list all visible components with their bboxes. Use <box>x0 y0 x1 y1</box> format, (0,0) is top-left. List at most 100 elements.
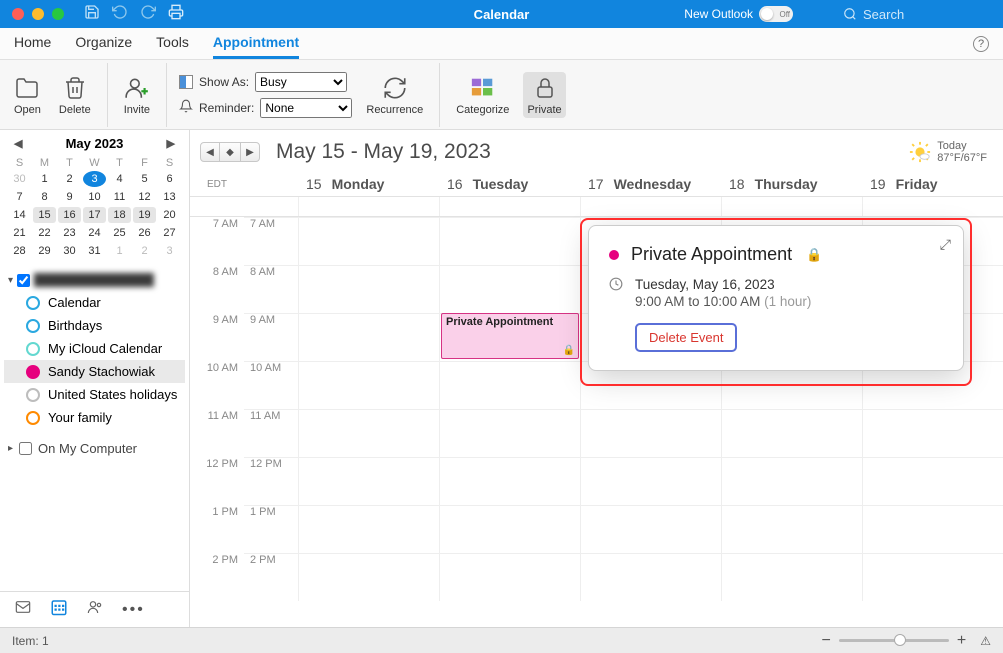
mini-cal-day[interactable]: 9 <box>58 189 81 205</box>
mini-cal-day[interactable]: 15 <box>33 207 56 223</box>
mini-cal-day[interactable]: 1 <box>108 243 131 259</box>
day-column[interactable] <box>298 217 439 601</box>
close-window-icon[interactable] <box>12 8 24 20</box>
calendar-item[interactable]: United States holidays <box>4 383 185 406</box>
mini-cal-day[interactable]: 1 <box>33 171 56 187</box>
mini-cal-day[interactable]: 4 <box>108 171 131 187</box>
mini-cal-day[interactable]: 11 <box>108 189 131 205</box>
mini-cal-day[interactable]: 18 <box>108 207 131 223</box>
calendar-item[interactable]: Your family <box>4 406 185 429</box>
save-icon[interactable] <box>84 4 100 25</box>
calendar-item[interactable]: Sandy Stachowiak <box>4 360 185 383</box>
weather-widget[interactable]: Today 87°F/67°F <box>909 140 987 164</box>
next-month-button[interactable]: ▶ <box>167 137 175 150</box>
mini-cal-day[interactable]: 3 <box>83 171 106 187</box>
categorize-icon <box>470 74 496 102</box>
mini-cal-day[interactable]: 24 <box>83 225 106 241</box>
omc-checkbox[interactable] <box>19 442 32 455</box>
day-column[interactable]: Private Appointment🔒 <box>439 217 580 601</box>
expand-icon[interactable]: ⤢ <box>940 236 951 253</box>
toggle-switch[interactable]: Off <box>759 6 793 22</box>
mini-cal-day[interactable]: 31 <box>83 243 106 259</box>
reminder-select[interactable]: None <box>260 98 352 118</box>
mini-cal-day[interactable]: 27 <box>158 225 181 241</box>
mini-cal-day[interactable]: 22 <box>33 225 56 241</box>
day-header[interactable]: 15Monday <box>298 172 439 196</box>
mini-cal-day[interactable]: 8 <box>33 189 56 205</box>
account-checkbox[interactable] <box>17 274 30 287</box>
day-header[interactable]: 16Tuesday <box>439 172 580 196</box>
item-count-label: Item: 1 <box>12 634 49 648</box>
day-header[interactable]: 17Wednesday <box>580 172 721 196</box>
mini-cal-day[interactable]: 26 <box>133 225 156 241</box>
mini-cal-day[interactable]: 30 <box>8 171 31 187</box>
new-outlook-toggle[interactable]: New Outlook Off <box>684 6 793 22</box>
mini-cal-day[interactable]: 16 <box>58 207 81 223</box>
print-icon[interactable] <box>168 4 184 25</box>
day-header[interactable]: 19Friday <box>862 172 1003 196</box>
minimize-window-icon[interactable] <box>32 8 44 20</box>
mini-cal-day[interactable]: 29 <box>33 243 56 259</box>
calendar-item[interactable]: My iCloud Calendar <box>4 337 185 360</box>
on-my-computer-row[interactable]: ▸ On My Computer <box>4 429 185 460</box>
open-button[interactable]: Open <box>10 72 45 118</box>
recurrence-button[interactable]: Recurrence <box>362 72 427 118</box>
zoom-in-button[interactable]: + <box>957 632 966 650</box>
people-icon[interactable] <box>86 599 104 620</box>
private-button[interactable]: Private <box>523 72 565 118</box>
calendar-event[interactable]: Private Appointment🔒 <box>441 313 579 359</box>
tab-appointment[interactable]: Appointment <box>213 28 299 59</box>
calendar-color-icon <box>26 342 40 356</box>
mini-cal-day[interactable]: 17 <box>83 207 106 223</box>
mini-cal-day[interactable]: 6 <box>158 171 181 187</box>
mini-cal-day[interactable]: 12 <box>133 189 156 205</box>
tab-tools[interactable]: Tools <box>156 28 189 59</box>
mini-cal-day[interactable]: 2 <box>58 171 81 187</box>
help-icon[interactable]: ? <box>973 36 989 52</box>
mini-cal-day[interactable]: 2 <box>133 243 156 259</box>
undo-icon[interactable] <box>112 4 128 25</box>
calendar-item[interactable]: Birthdays <box>4 314 185 337</box>
calendar-item[interactable]: Calendar <box>4 291 185 314</box>
search-box[interactable] <box>843 7 983 22</box>
mini-cal-day[interactable]: 3 <box>158 243 181 259</box>
calendar-color-icon <box>26 388 40 402</box>
delete-button[interactable]: Delete <box>55 72 95 118</box>
redo-icon[interactable] <box>140 4 156 25</box>
mini-cal-day[interactable]: 13 <box>158 189 181 205</box>
mini-cal-day[interactable]: 21 <box>8 225 31 241</box>
account-header[interactable]: ▾ <box>4 269 185 291</box>
tab-organize[interactable]: Organize <box>75 28 132 59</box>
day-header[interactable]: 18Thursday <box>721 172 862 196</box>
next-week-button[interactable]: ▶ <box>240 142 260 162</box>
mini-cal-day[interactable]: 14 <box>8 207 31 223</box>
date-range-title: May 15 - May 19, 2023 <box>276 140 491 164</box>
warning-icon[interactable]: ⚠ <box>980 634 991 648</box>
mini-cal-day[interactable]: 19 <box>133 207 156 223</box>
prev-month-button[interactable]: ◀ <box>14 137 22 150</box>
categorize-button[interactable]: Categorize <box>452 72 513 118</box>
mini-cal-day[interactable]: 30 <box>58 243 81 259</box>
time-label: 9 AM <box>244 313 298 361</box>
invite-button[interactable]: Invite <box>120 72 154 118</box>
calendar-icon[interactable] <box>50 598 68 621</box>
mini-cal-day[interactable]: 7 <box>8 189 31 205</box>
mini-cal-day[interactable]: 10 <box>83 189 106 205</box>
show-as-select[interactable]: Busy <box>255 72 347 92</box>
more-icon[interactable]: ••• <box>122 601 145 619</box>
delete-event-button[interactable]: Delete Event <box>635 323 737 352</box>
mini-cal-day[interactable]: 28 <box>8 243 31 259</box>
mini-cal-day[interactable]: 23 <box>58 225 81 241</box>
maximize-window-icon[interactable] <box>52 8 64 20</box>
prev-week-button[interactable]: ◀ <box>200 142 220 162</box>
mini-cal-day[interactable]: 25 <box>108 225 131 241</box>
mini-cal-day[interactable]: 20 <box>158 207 181 223</box>
today-button[interactable]: ◆ <box>220 142 240 162</box>
mail-icon[interactable] <box>14 599 32 620</box>
mini-cal-day[interactable]: 5 <box>133 171 156 187</box>
window-title: Calendar <box>474 7 530 22</box>
search-input[interactable] <box>863 7 983 22</box>
tab-home[interactable]: Home <box>14 28 51 59</box>
zoom-out-button[interactable]: − <box>822 632 831 650</box>
zoom-slider[interactable] <box>839 639 949 642</box>
